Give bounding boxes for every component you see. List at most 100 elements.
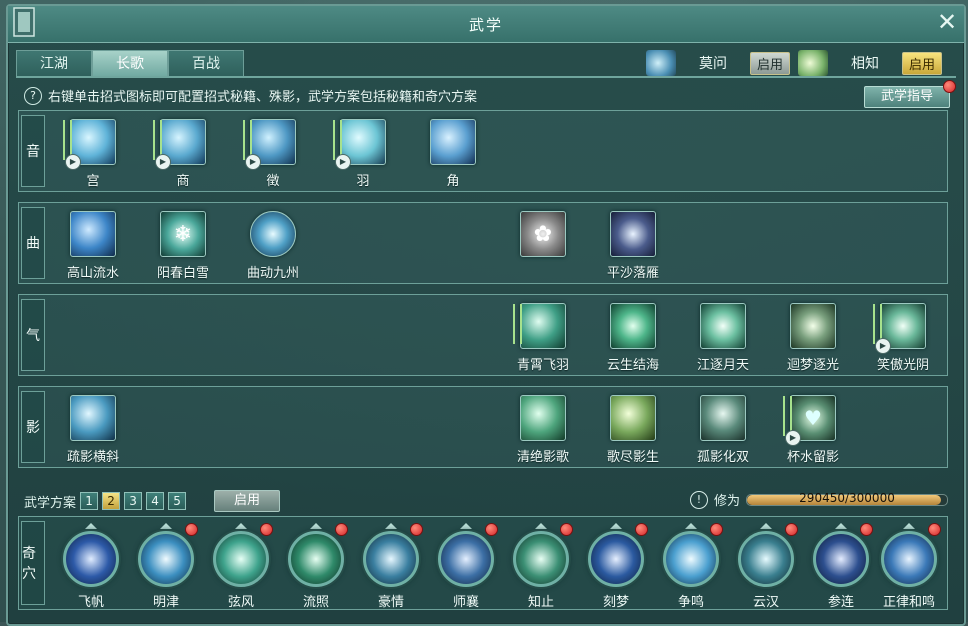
skill-gaoshan-liushui[interactable]: 高山流水: [55, 211, 131, 281]
qixue-name: 刻梦: [602, 595, 629, 610]
row-label: 曲: [21, 207, 45, 279]
row-qi: 气 青霄飞羽 云生结海 江逐月天 迴梦逐光 ▶ 笑傲光阴: [18, 294, 948, 376]
guide-button[interactable]: 武学指导: [864, 86, 950, 108]
expand-arrow-icon[interactable]: [385, 523, 397, 529]
qixue-liuzhao[interactable]: 流照: [278, 523, 354, 610]
qixue-shixiang[interactable]: 师襄: [428, 523, 504, 610]
play-icon[interactable]: ▶: [245, 154, 261, 170]
notice-dot: [560, 523, 573, 536]
notice-dot: [710, 523, 723, 536]
guide-notice-dot: [943, 80, 956, 93]
flow-mowen: 莫问 启用: [646, 50, 791, 76]
skill-qingxiao-feiyu[interactable]: 青霄飞羽: [505, 303, 581, 373]
palm-light-icon: ▶: [63, 119, 116, 170]
close-icon[interactable]: ✕: [934, 10, 960, 36]
skill-zhi[interactable]: ▶ 徵: [235, 119, 311, 189]
info-icon[interactable]: !: [690, 490, 708, 509]
tab-baizhan[interactable]: 百战: [168, 50, 244, 77]
notice-dot: [260, 523, 273, 536]
expand-arrow-icon[interactable]: [235, 523, 247, 529]
skill-name: 云生结海: [606, 358, 659, 373]
mowen-flow-icon[interactable]: [646, 50, 676, 76]
row-qu: 曲 高山流水 ❄ 阳春白雪 曲动九州 ✿ 平沙落雁: [18, 202, 948, 284]
plan-3-button[interactable]: 3: [124, 492, 143, 510]
qixue-zhizhi[interactable]: 知止: [503, 523, 579, 610]
tab-jianghu[interactable]: 江湖: [16, 50, 92, 77]
expand-arrow-icon[interactable]: [160, 523, 172, 529]
skill-gong[interactable]: ▶ 宫: [55, 119, 131, 189]
plan-4-button[interactable]: 4: [146, 492, 165, 510]
qixue-yunhan[interactable]: 云汉: [728, 523, 804, 610]
row-label: 奇穴: [21, 521, 45, 605]
xiangzhi-enable-button[interactable]: 启用: [902, 51, 943, 75]
skill-gejin-yingsheng[interactable]: 歌尽影生: [595, 395, 671, 465]
expand-arrow-icon[interactable]: [310, 523, 322, 529]
xiangzhi-flow-icon[interactable]: [798, 50, 828, 76]
play-icon[interactable]: ▶: [875, 338, 891, 354]
plan-5-button[interactable]: 5: [168, 492, 187, 510]
plan-enable-button[interactable]: 启用: [214, 490, 281, 512]
skill-xiaoao-guangyin[interactable]: ▶ 笑傲光阴: [865, 303, 941, 373]
qixue-canlian[interactable]: 参连: [803, 523, 879, 610]
skill-name: 疏影横斜: [66, 450, 119, 465]
row-ying: 影 疏影横斜 清绝影歌 歌尽影生 孤影化双 ♥ ▶ 杯水留影: [18, 386, 948, 468]
expand-arrow-icon[interactable]: [535, 523, 547, 529]
snowflake-icon: ❄: [160, 211, 206, 257]
skill-yangchun-baixue[interactable]: ❄ 阳春白雪: [145, 211, 221, 281]
play-icon[interactable]: ▶: [335, 154, 351, 170]
qixue-zhengming[interactable]: 争鸣: [653, 523, 729, 610]
expand-arrow-icon[interactable]: [460, 523, 472, 529]
feather-slash-icon: ▶: [333, 119, 386, 170]
play-icon[interactable]: ▶: [785, 430, 801, 446]
qixue-haoqing[interactable]: 豪情: [353, 523, 429, 610]
qixue-kemeng[interactable]: 刻梦: [578, 523, 654, 610]
skill-qingjue-yingge[interactable]: 清绝影歌: [505, 395, 581, 465]
notice-dot: [410, 523, 423, 536]
light-stream-icon: [288, 531, 344, 587]
qixue-mingjin[interactable]: 明津: [128, 523, 204, 610]
wave-icon: [663, 531, 719, 587]
skill-guying-huashuang[interactable]: 孤影化双: [685, 395, 761, 465]
skill-jiangzhu-yuetian[interactable]: 江逐月天: [685, 303, 761, 373]
skill-shang[interactable]: ▶ 商: [145, 119, 221, 189]
skill-name: 清绝影歌: [516, 450, 569, 465]
qixue-row: 奇穴 飞帆 明津 弦风 流照 豪情 师襄 知止 刻梦 争鸣 云汉 参连 正律和鸣: [18, 516, 948, 610]
skill-yunsheng-jiehai[interactable]: 云生结海: [595, 303, 671, 373]
cultivation: ! 修为 290450/300000: [690, 490, 949, 509]
cloud-icon: [610, 303, 656, 349]
plan-label: 武学方案: [24, 495, 77, 511]
shadow-runner-icon: [70, 395, 116, 441]
qixue-feifan[interactable]: 飞帆: [53, 523, 129, 610]
skill-locked[interactable]: ✿: [505, 211, 581, 262]
skill-jue[interactable]: 角: [415, 119, 491, 189]
expand-arrow-icon[interactable]: [685, 523, 697, 529]
skill-yu[interactable]: ▶ 羽: [325, 119, 401, 189]
plan-1-button[interactable]: 1: [80, 492, 99, 510]
expand-arrow-icon[interactable]: [85, 523, 97, 529]
tab-changge[interactable]: 长歌: [92, 50, 168, 77]
expand-arrow-icon[interactable]: [903, 523, 915, 529]
expand-arrow-icon[interactable]: [835, 523, 847, 529]
skill-name: 宫: [86, 174, 100, 189]
skill-beishui-liuying[interactable]: ♥ ▶ 杯水留影: [775, 395, 851, 465]
notice-dot: [485, 523, 498, 536]
skill-pingsha-luoyan[interactable]: 平沙落雁: [595, 211, 671, 281]
wave-hand-icon: ▶: [243, 119, 296, 170]
play-icon[interactable]: ▶: [155, 154, 171, 170]
skill-shuying-hengxie[interactable]: 疏影横斜: [55, 395, 131, 465]
flow-name: 莫问: [699, 56, 727, 72]
skill-name: 商: [176, 174, 190, 189]
question-icon[interactable]: ?: [24, 86, 42, 105]
qixue-xianfeng[interactable]: 弦风: [203, 523, 279, 610]
plan-2-button[interactable]: 2: [102, 492, 121, 510]
skill-huimeng-zhuguang[interactable]: 迴梦逐光: [775, 303, 851, 373]
skill-name: 羽: [356, 174, 370, 189]
play-icon[interactable]: ▶: [65, 154, 81, 170]
qixue-zhenglv-heming[interactable]: 正律和鸣: [871, 523, 947, 610]
expand-arrow-icon[interactable]: [610, 523, 622, 529]
title-bar[interactable]: 武学 ✕: [8, 6, 964, 43]
mowen-enable-button[interactable]: 启用: [750, 51, 791, 75]
expand-arrow-icon[interactable]: [760, 523, 772, 529]
skill-qudong-jiuzhou[interactable]: 曲动九州: [235, 211, 311, 281]
qixue-name: 师襄: [452, 595, 479, 610]
